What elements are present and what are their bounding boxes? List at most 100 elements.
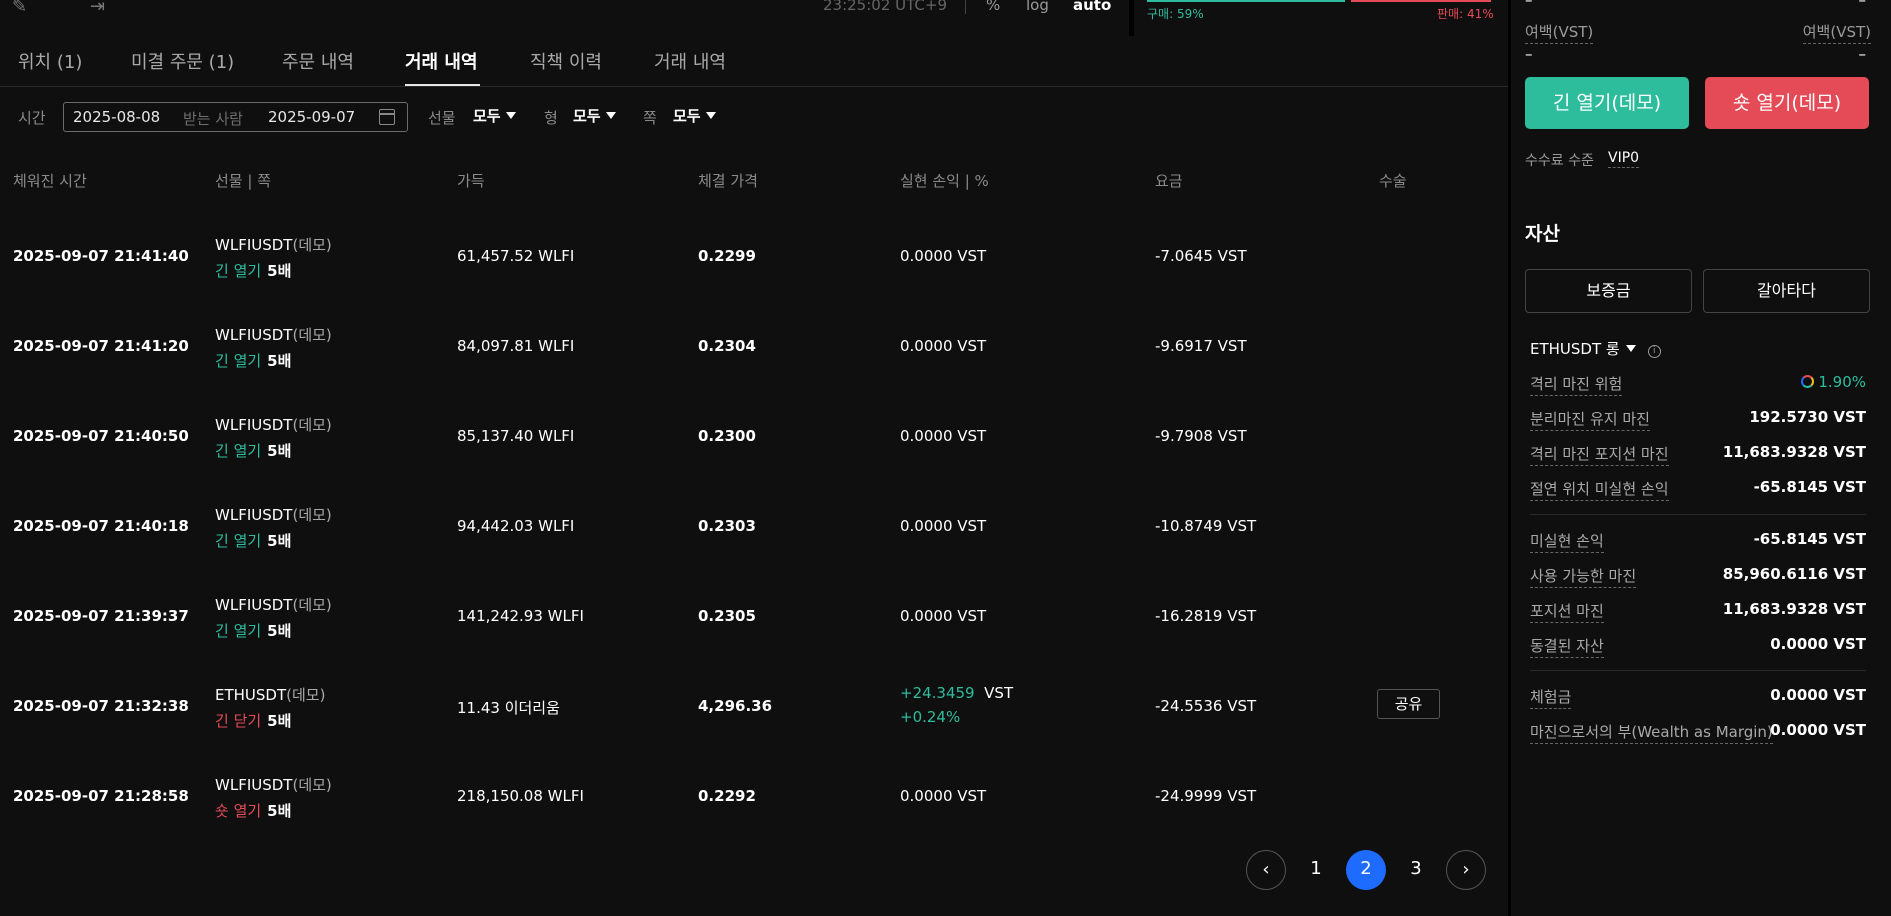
fill-price: 0.2305: [698, 607, 756, 625]
unrealized-pnl-value: -65.8145 VST: [1753, 530, 1866, 548]
trial-fund-value: 0.0000 VST: [1770, 686, 1866, 704]
date-range-picker[interactable]: 2025-08-08 받는 사람 2025-09-07: [63, 102, 408, 132]
unrealized-pnl-label: 미실현 손익: [1530, 530, 1604, 553]
type-filter-dropdown[interactable]: 모두: [573, 105, 616, 126]
prev-page-button[interactable]: ‹: [1246, 850, 1286, 890]
demo-tag: (데모): [292, 236, 332, 254]
trade-side: 긴 닫기: [215, 712, 262, 730]
leverage: 5배: [267, 442, 292, 460]
percent-toggle[interactable]: %: [986, 0, 1000, 14]
isolated-maint-margin-label: 분리마진 유지 마진: [1530, 408, 1650, 431]
assets-title: 자산: [1525, 223, 1560, 245]
tab-order-history[interactable]: 주문 내역: [282, 48, 354, 74]
symbol-cell: ETHUSDT(데모) 긴 닫기 5배: [215, 684, 325, 731]
filter-bar: 시간 2025-08-08 받는 사람 2025-09-07 선물 모두 형 모…: [0, 100, 1508, 134]
table-row: 2025-09-07 21:40:50 WLFIUSDT(데모) 긴 열기 5배 …: [0, 397, 1508, 487]
table-header: 체워진 시간 선물 | 쪽 가득 체결 가격 실현 손익 | % 요금 수술: [0, 170, 1508, 200]
symbol: WLFIUSDT: [215, 236, 293, 254]
fee: -7.0645 VST: [1155, 247, 1247, 265]
caret-down-icon: [605, 112, 616, 119]
symbol: WLFIUSDT: [215, 326, 293, 344]
next-page-button[interactable]: ›: [1446, 850, 1486, 890]
col-fill-time: 체워진 시간: [13, 172, 87, 190]
utc-clock: 23:25:02 UTC+9: [823, 0, 947, 14]
fill-price: 4,296.36: [698, 697, 773, 715]
leverage: 5배: [267, 262, 292, 280]
wealth-as-margin-value: 0.0000 VST: [1770, 721, 1866, 739]
available-margin-label: 사용 가능한 마진: [1530, 565, 1637, 588]
calendar-icon[interactable]: [379, 109, 395, 125]
col-realized-pnl: 실현 손익 | %: [900, 172, 989, 190]
col-action: 수술: [1379, 172, 1407, 190]
tab-open-orders[interactable]: 미결 주문 (1): [131, 48, 234, 74]
fill-time: 2025-09-07 21:39:37: [13, 607, 189, 625]
trade-side: 긴 열기: [215, 352, 262, 370]
date-from[interactable]: 2025-08-08: [73, 108, 160, 126]
trade-side: 긴 열기: [215, 262, 262, 280]
col-fee: 요금: [1155, 172, 1183, 190]
sell-ratio-bar: [1351, 0, 1491, 2]
leverage: 5배: [267, 712, 292, 730]
trade-side: 긴 열기: [215, 622, 262, 640]
info-icon[interactable]: i: [1647, 345, 1661, 358]
fill-price: 0.2304: [698, 337, 756, 355]
symbol: ETHUSDT: [215, 686, 287, 704]
fee-level-value[interactable]: VIP0: [1608, 150, 1640, 168]
table-row: 2025-09-07 21:41:20 WLFIUSDT(데모) 긴 열기 5배 …: [0, 307, 1508, 397]
transfer-button[interactable]: 갈아타다: [1703, 269, 1870, 313]
share-button[interactable]: 공유: [1377, 689, 1440, 719]
login-icon[interactable]: ⇥: [90, 0, 105, 16]
log-toggle[interactable]: log: [1026, 0, 1049, 14]
table-row: 2025-09-07 21:40:18 WLFIUSDT(데모) 긴 열기 5배 …: [0, 487, 1508, 577]
pnl-percent: +0.24%: [900, 708, 961, 726]
tab-trade-history[interactable]: 거래 내역: [405, 48, 478, 74]
side-filter-dropdown[interactable]: 모두: [673, 105, 716, 126]
deposit-button[interactable]: 보증금: [1525, 269, 1692, 313]
tab-transaction-history[interactable]: 거래 내역: [654, 48, 726, 74]
order-sidebar: – – 여백(VST) 여백(VST) – – 긴 열기(데모) 숏 열기(데모…: [1511, 0, 1891, 916]
auto-toggle[interactable]: auto: [1073, 0, 1111, 14]
demo-tag: (데모): [292, 506, 332, 524]
page-1-button[interactable]: 1: [1296, 850, 1336, 890]
buy-ratio-label: 구매: 59%: [1147, 7, 1204, 21]
quantity: 11.43 이더리움: [457, 699, 560, 717]
col-futures-side: 선물 | 쪽: [215, 172, 271, 190]
futures-filter-dropdown[interactable]: 모두: [473, 105, 516, 126]
trade-side: 긴 열기: [215, 442, 262, 460]
chart-toolbar: ✎ ⇥ 23:25:02 UTC+9 % log auto 구매: 59% 판매…: [0, 0, 1508, 36]
demo-tag: (데모): [292, 776, 332, 794]
symbol-cell: WLFIUSDT(데모) 긴 열기 5배: [215, 414, 332, 461]
realized-pnl: 0.0000 VST: [900, 247, 987, 265]
fill-price: 0.2300: [698, 427, 756, 445]
open-short-button[interactable]: 숏 열기(데모): [1705, 77, 1869, 129]
leverage: 5배: [267, 352, 292, 370]
demo-tag: (데모): [292, 416, 332, 434]
fee-level-label: 수수료 수준: [1525, 153, 1594, 169]
tab-positions[interactable]: 위치 (1): [18, 48, 82, 74]
side-filter-label: 쪽: [643, 109, 657, 127]
trial-fund-label: 체험금: [1530, 686, 1572, 709]
open-long-button[interactable]: 긴 열기(데모): [1525, 77, 1689, 129]
caret-down-icon: [705, 112, 716, 119]
tab-position-history[interactable]: 직책 이력: [530, 48, 602, 74]
fill-time: 2025-09-07 21:41:40: [13, 247, 189, 265]
edit-lock-icon[interactable]: ✎: [12, 0, 27, 16]
position-selector[interactable]: ETHUSDT 롱 i: [1530, 338, 1661, 359]
realized-pnl: 0.0000 VST: [900, 427, 987, 445]
top-left-dash: –: [1525, 0, 1533, 9]
col-quantity: 가득: [457, 172, 485, 190]
isolated-maint-margin-value: 192.5730 VST: [1749, 408, 1866, 426]
date-to[interactable]: 2025-09-07: [268, 108, 355, 126]
fee: -9.7908 VST: [1155, 427, 1247, 445]
caret-down-icon: [505, 112, 516, 119]
time-filter-label: 시간: [18, 109, 46, 127]
isolated-position-margin-label: 격리 마진 포지션 마진: [1530, 443, 1669, 466]
page-3-button[interactable]: 3: [1396, 850, 1436, 890]
symbol: WLFIUSDT: [215, 416, 293, 434]
symbol: WLFIUSDT: [215, 596, 293, 614]
fill-price: 0.2292: [698, 787, 756, 805]
page-2-button[interactable]: 2: [1346, 850, 1386, 890]
fee: -9.6917 VST: [1155, 337, 1247, 355]
isolated-unrealized-pnl-value: -65.8145 VST: [1753, 478, 1866, 496]
fee: -10.8749 VST: [1155, 517, 1257, 535]
